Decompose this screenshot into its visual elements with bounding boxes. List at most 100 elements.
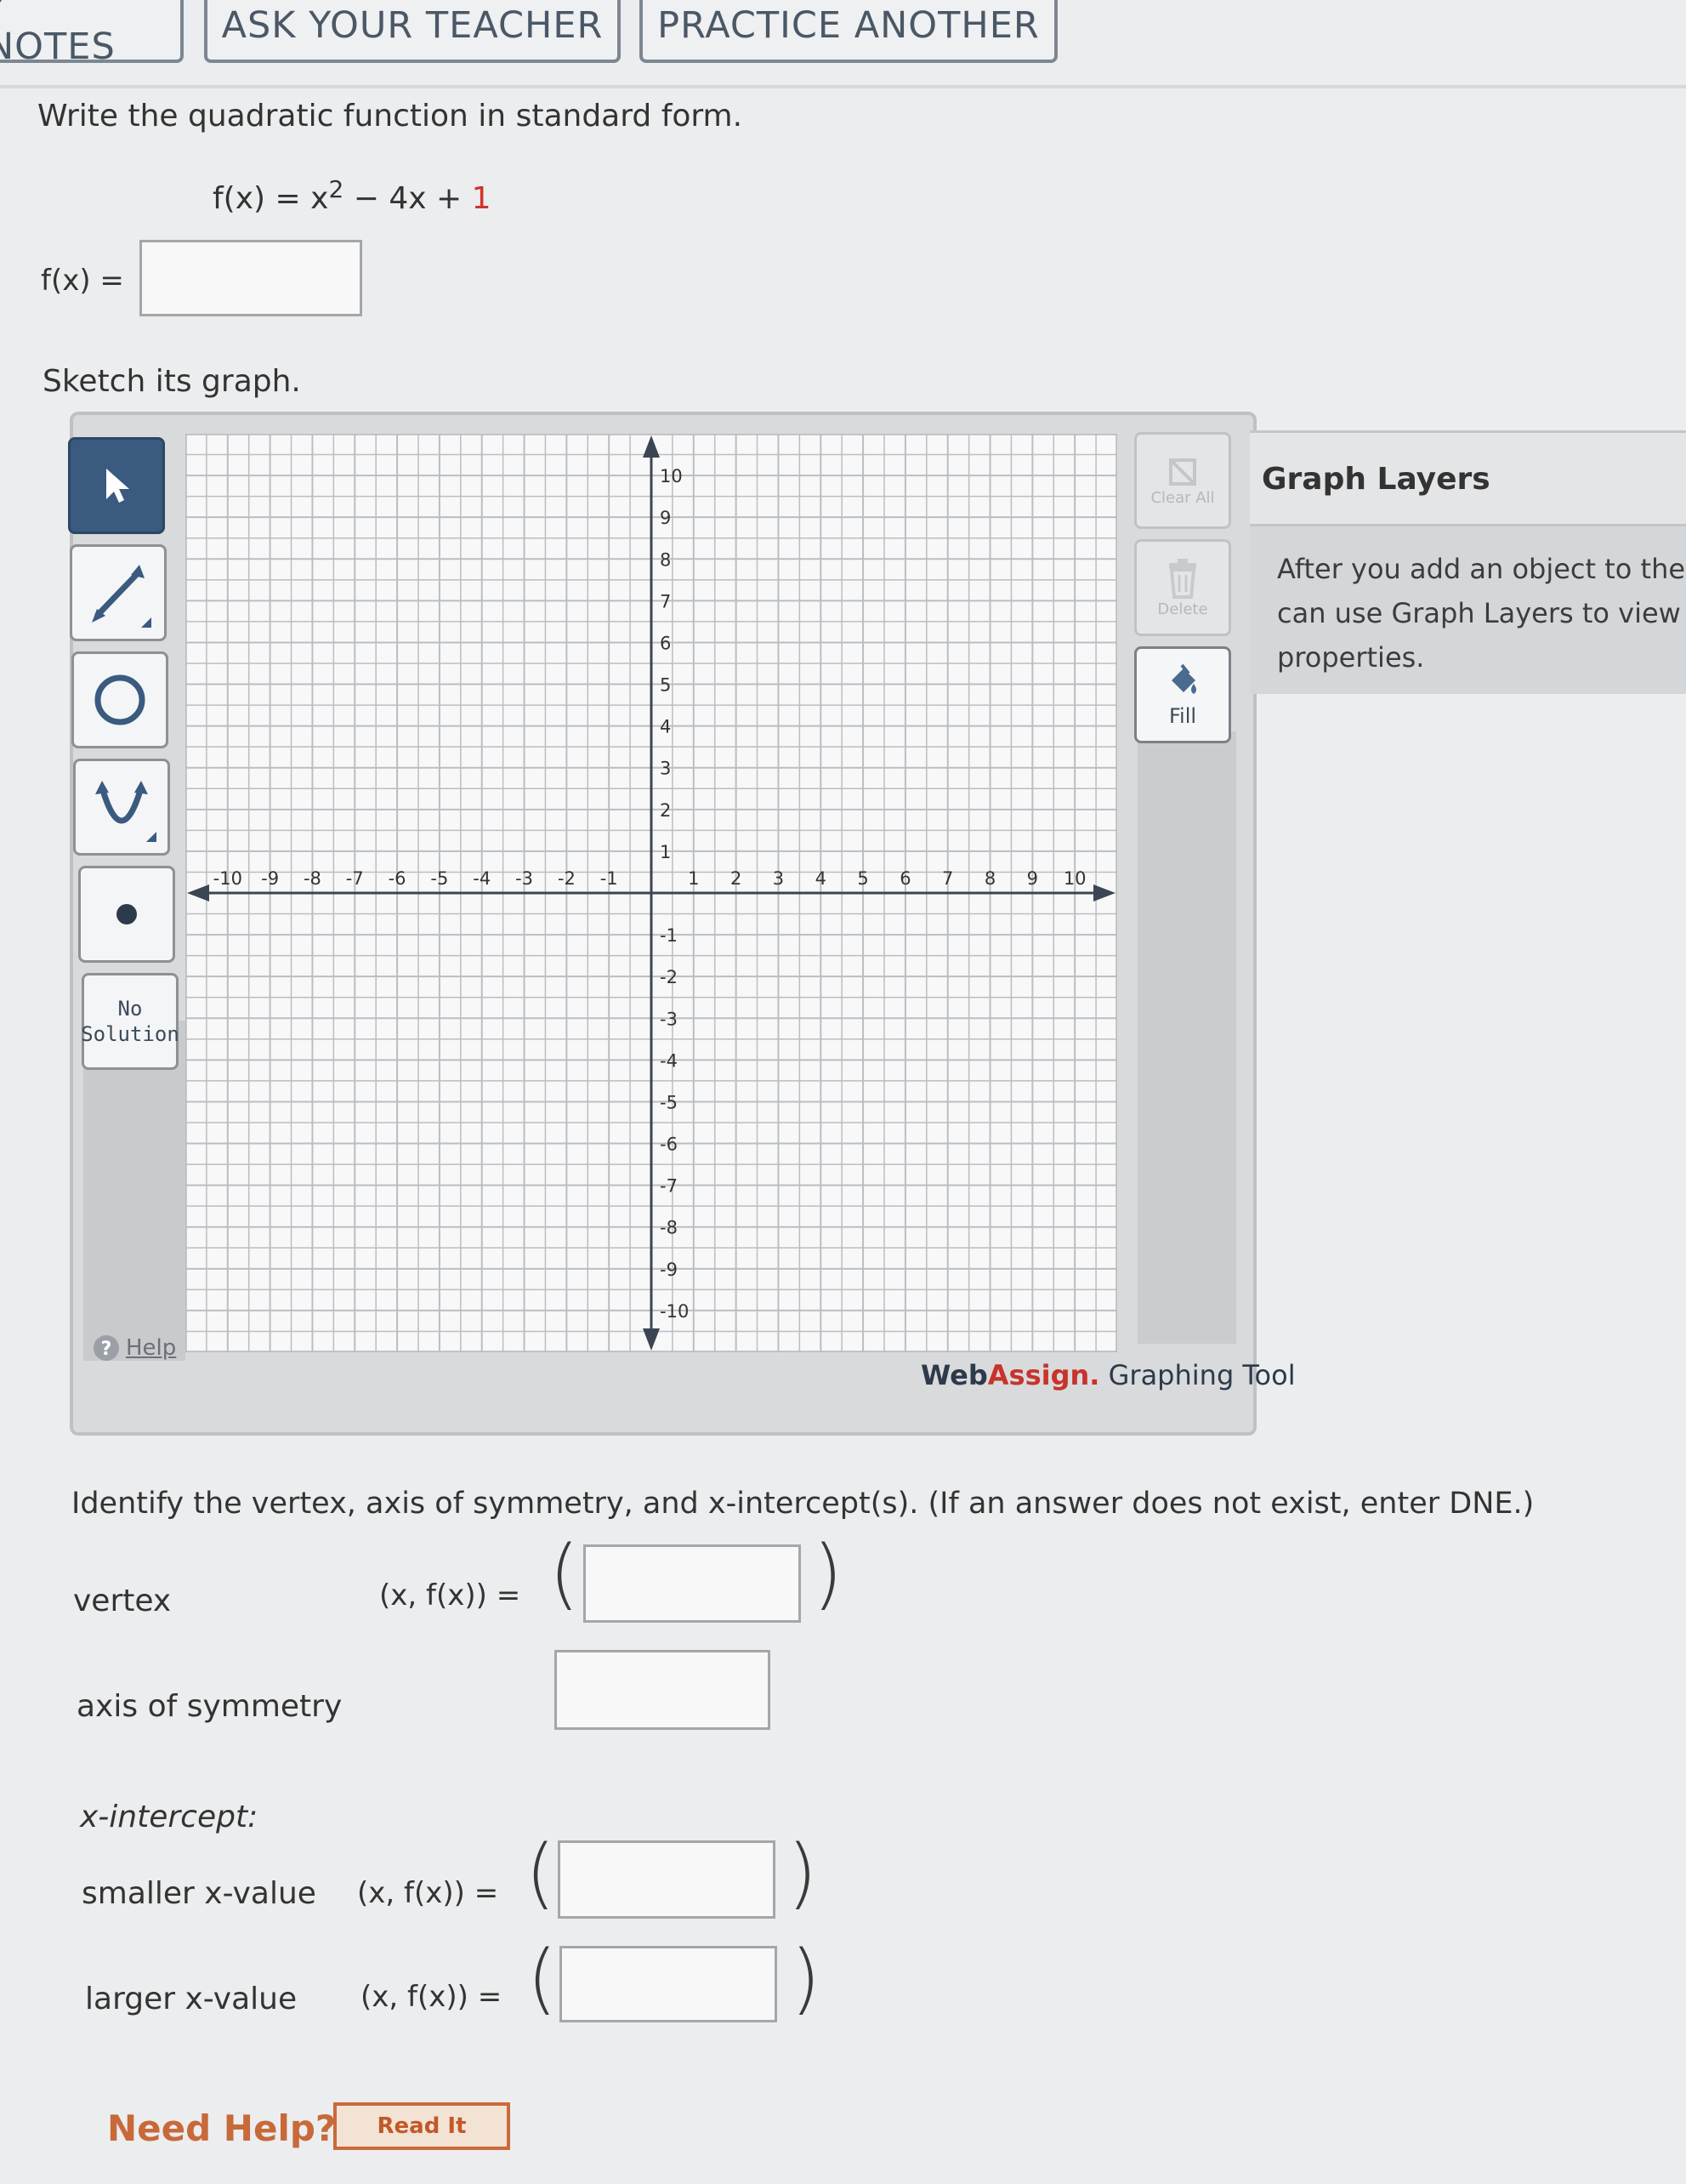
- larger-open-paren: (: [527, 1934, 558, 2023]
- my-notes-button[interactable]: Y NOTES: [0, 0, 184, 68]
- no-solution-button[interactable]: No Solution: [81, 973, 179, 1070]
- clear-all-button[interactable]: Clear All: [1134, 432, 1231, 529]
- graph-help-link[interactable]: ? Help: [92, 1334, 176, 1362]
- pointer-tool-button[interactable]: [68, 437, 165, 534]
- trash-icon: [1169, 558, 1196, 599]
- help-circle-icon: ?: [94, 1335, 119, 1361]
- webassign-brand: WebAssign. Graphing Tool: [921, 1359, 1296, 1391]
- y-tick-label: -7: [660, 1176, 678, 1197]
- vertex-input[interactable]: [583, 1544, 801, 1623]
- arrow-cursor-icon: [106, 469, 129, 503]
- vertex-label: vertex: [73, 1584, 172, 1618]
- read-it-button[interactable]: Read It: [333, 2102, 510, 2150]
- tool-column-background: [83, 1021, 185, 1361]
- graph-layers-panel: Graph Layers After you add an object to …: [1250, 430, 1686, 694]
- smaller-x-value-input[interactable]: [558, 1840, 775, 1919]
- toolbar-divider: [0, 85, 1686, 88]
- circle-icon: [94, 674, 145, 725]
- given-function: f(x) = x2 − 4x + 1: [213, 175, 491, 216]
- practice-another-button[interactable]: PRACTICE ANOTHER: [639, 0, 1058, 63]
- smaller-x-value-label: smaller x-value: [82, 1876, 316, 1911]
- y-tick-label: -3: [660, 1009, 678, 1029]
- y-tick-label: -10: [660, 1301, 689, 1322]
- y-tick-label: 1: [660, 842, 671, 862]
- x-tick-label: -7: [346, 868, 364, 889]
- line-tool-button[interactable]: [70, 544, 167, 641]
- fill-label: Fill: [1168, 704, 1197, 728]
- given-function-lhs: f(x) = x: [213, 181, 329, 216]
- graph-layers-line-1: After you add an object to the gra: [1277, 553, 1685, 585]
- x-tick-label: -6: [389, 868, 406, 889]
- x-tick-label: 5: [857, 868, 868, 889]
- fill-button[interactable]: Fill: [1134, 646, 1231, 743]
- x-tick-label: -5: [430, 868, 448, 889]
- x-tick-label: -4: [473, 868, 491, 889]
- x-tick-label: 3: [773, 868, 784, 889]
- brand-assign: Assign.: [987, 1359, 1100, 1391]
- y-tick-label: -1: [660, 925, 678, 946]
- x-tick-label: 10: [1064, 868, 1087, 889]
- parabola-tool-button[interactable]: [73, 759, 170, 856]
- point-icon: [116, 904, 137, 924]
- x-tick-label: 2: [730, 868, 741, 889]
- parabola-icon: [95, 781, 156, 842]
- y-tick-label: -5: [660, 1092, 678, 1112]
- coordinate-grid[interactable]: -10 -9 -8 -7 -6 -5 -4 -3 -2 -1 1 2 3 4 5 6 7 8 9 10 10 9 8 7 6 5 4…: [184, 432, 1119, 1354]
- y-tick-label: 8: [660, 549, 671, 570]
- need-help-label: Need Help?: [107, 2107, 337, 2149]
- no-solution-label-line1: No: [117, 997, 143, 1021]
- x-tick-label: -1: [600, 868, 618, 889]
- x-tick-label: -8: [304, 868, 321, 889]
- y-tick-label: -9: [660, 1260, 678, 1280]
- x-tick-label: 4: [815, 868, 826, 889]
- circle-tool-button[interactable]: [71, 651, 168, 748]
- x-tick-label: -9: [261, 868, 279, 889]
- graph-layers-line-2: can use Graph Layers to view anc: [1277, 597, 1685, 629]
- delete-label: Delete: [1157, 600, 1208, 618]
- given-function-exponent: 2: [328, 175, 344, 203]
- y-tick-label: -6: [660, 1135, 678, 1155]
- sketch-prompt: Sketch its graph.: [43, 364, 301, 399]
- y-tick-label: 6: [660, 633, 671, 653]
- y-tick-label: 9: [660, 508, 671, 528]
- ask-your-teacher-button[interactable]: ASK YOUR TEACHER: [204, 0, 621, 63]
- larger-x-value-label: larger x-value: [85, 1982, 298, 2016]
- no-solution-label-line2: Solution: [81, 1022, 179, 1046]
- question-prompt: Write the quadratic function in standard…: [37, 99, 743, 134]
- side-column-background: [1138, 731, 1236, 1344]
- point-tool-button[interactable]: [78, 866, 175, 963]
- assignment-page: Y NOTES ASK YOUR TEACHER PRACTICE ANOTHE…: [0, 0, 1686, 2184]
- axis-of-symmetry-label: axis of symmetry: [77, 1689, 343, 1724]
- larger-x-value-input[interactable]: [559, 1946, 777, 2022]
- x-tick-label: 9: [1027, 868, 1038, 889]
- y-tick-label: 7: [660, 591, 671, 611]
- y-tick-label: 2: [660, 800, 671, 821]
- graph-help-label: Help: [126, 1335, 177, 1361]
- larger-close-paren: ): [791, 1934, 821, 2023]
- graph-canvas[interactable]: -10 -9 -8 -7 -6 -5 -4 -3 -2 -1 1 2 3 4 5 6 7 8 9 10 10 9 8 7 6 5 4…: [184, 432, 1119, 1354]
- x-tick-label: -10: [213, 868, 242, 889]
- y-tick-label: 5: [660, 675, 671, 696]
- axis-of-symmetry-input[interactable]: [554, 1650, 770, 1730]
- graph-layers-line-3: properties.: [1277, 641, 1425, 674]
- given-function-middle: − 4x +: [343, 181, 472, 216]
- x-tick-label: 1: [688, 868, 699, 889]
- vertex-expression: (x, f(x)) =: [379, 1578, 521, 1612]
- line-segment-icon: [92, 565, 151, 628]
- y-tick-label: 3: [660, 759, 671, 779]
- vertex-close-paren: ): [813, 1529, 843, 1618]
- y-tick-label: -4: [660, 1050, 678, 1071]
- smaller-close-paren: ): [787, 1829, 818, 1918]
- smaller-x-value-expression: (x, f(x)) =: [357, 1876, 499, 1910]
- clear-all-icon: [1169, 458, 1196, 486]
- y-tick-label: -2: [660, 967, 678, 987]
- x-tick-label: -2: [558, 868, 576, 889]
- paint-bucket-icon: [1172, 663, 1196, 694]
- y-tick-label: -8: [660, 1218, 678, 1238]
- smaller-open-paren: (: [525, 1829, 556, 1918]
- delete-button[interactable]: Delete: [1134, 539, 1231, 636]
- graph-layers-title[interactable]: Graph Layers: [1250, 433, 1686, 526]
- y-tick-label: 4: [660, 717, 671, 737]
- standard-form-input[interactable]: [139, 240, 362, 316]
- x-tick-label: 6: [900, 868, 911, 889]
